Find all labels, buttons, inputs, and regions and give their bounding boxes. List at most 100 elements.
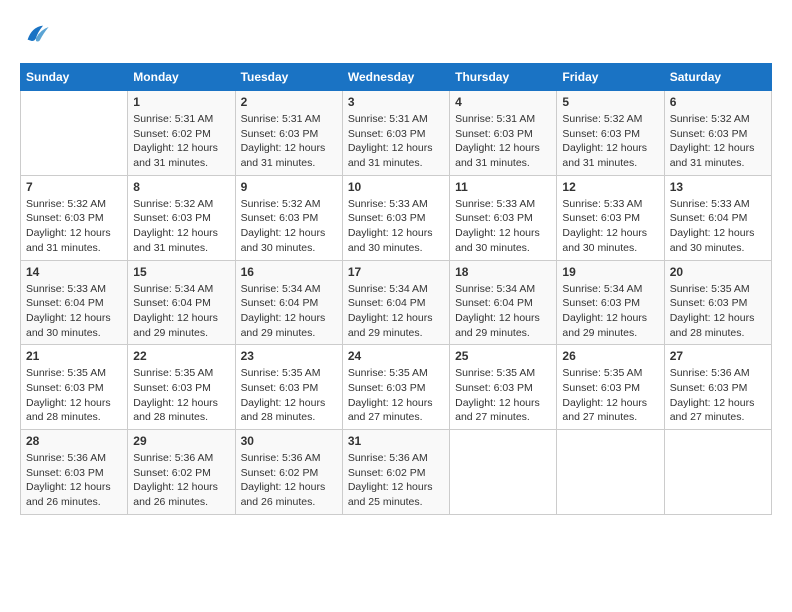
calendar-cell: 29 Sunrise: 5:36 AMSunset: 6:02 PMDayligh… [128, 430, 235, 515]
calendar-cell: 11 Sunrise: 5:33 AMSunset: 6:03 PMDayligh… [450, 175, 557, 260]
calendar-cell: 20Sunrise: 5:35 AMSunset: 6:03 PMDayligh… [664, 260, 771, 345]
calendar-cell: 14 Sunrise: 5:33 AMSunset: 6:04 PMDayligh… [21, 260, 128, 345]
day-number: 27 [670, 349, 766, 363]
day-number: 9 [241, 180, 337, 194]
day-header-tuesday: Tuesday [235, 64, 342, 91]
week-row-5: 28 Sunrise: 5:36 AMSunset: 6:03 PMDayligh… [21, 430, 772, 515]
calendar-cell: 3 Sunrise: 5:31 AMSunset: 6:03 PMDaylight… [342, 91, 449, 176]
day-number: 4 [455, 95, 551, 109]
day-info: Sunrise: 5:33 AMSunset: 6:04 PMDaylight:… [26, 282, 122, 341]
calendar-table: SundayMondayTuesdayWednesdayThursdayFrid… [20, 63, 772, 515]
day-info: Sunrise: 5:35 AMSunset: 6:03 PMDaylight:… [348, 366, 444, 425]
calendar-cell: 27 Sunrise: 5:36 AMSunset: 6:03 PMDayligh… [664, 345, 771, 430]
day-info: Sunrise: 5:33 AMSunset: 6:03 PMDaylight:… [455, 197, 551, 256]
calendar-cell: 31Sunrise: 5:36 AMSunset: 6:02 PMDayligh… [342, 430, 449, 515]
calendar-cell: 12 Sunrise: 5:33 AMSunset: 6:03 PMDayligh… [557, 175, 664, 260]
calendar-cell: 16 Sunrise: 5:34 AMSunset: 6:04 PMDayligh… [235, 260, 342, 345]
day-info: Sunrise: 5:36 AMSunset: 6:03 PMDaylight:… [26, 451, 122, 510]
day-info: Sunrise: 5:34 AMSunset: 6:04 PMDaylight:… [133, 282, 229, 341]
day-info: Sunrise: 5:35 AMSunset: 6:03 PMDaylight:… [670, 282, 766, 341]
day-number: 13 [670, 180, 766, 194]
calendar-cell: 1 Sunrise: 5:31 AMSunset: 6:02 PMDaylight… [128, 91, 235, 176]
day-number: 8 [133, 180, 229, 194]
day-info: Sunrise: 5:35 AMSunset: 6:03 PMDaylight:… [241, 366, 337, 425]
day-number: 15 [133, 265, 229, 279]
day-info: Sunrise: 5:31 AMSunset: 6:03 PMDaylight:… [455, 112, 551, 171]
calendar-cell: 2Sunrise: 5:31 AMSunset: 6:03 PMDaylight… [235, 91, 342, 176]
day-number: 25 [455, 349, 551, 363]
calendar-cell: 6 Sunrise: 5:32 AMSunset: 6:03 PMDaylight… [664, 91, 771, 176]
day-number: 19 [562, 265, 658, 279]
day-number: 12 [562, 180, 658, 194]
day-header-sunday: Sunday [21, 64, 128, 91]
day-number: 28 [26, 434, 122, 448]
day-info: Sunrise: 5:34 AMSunset: 6:03 PMDaylight:… [562, 282, 658, 341]
day-number: 31 [348, 434, 444, 448]
calendar-cell: 22Sunrise: 5:35 AMSunset: 6:03 PMDayligh… [128, 345, 235, 430]
day-header-wednesday: Wednesday [342, 64, 449, 91]
day-info: Sunrise: 5:36 AMSunset: 6:02 PMDaylight:… [133, 451, 229, 510]
calendar-cell: 9Sunrise: 5:32 AMSunset: 6:03 PMDaylight… [235, 175, 342, 260]
day-info: Sunrise: 5:31 AMSunset: 6:03 PMDaylight:… [348, 112, 444, 171]
day-info: Sunrise: 5:33 AMSunset: 6:03 PMDaylight:… [562, 197, 658, 256]
calendar-cell: 4 Sunrise: 5:31 AMSunset: 6:03 PMDaylight… [450, 91, 557, 176]
day-info: Sunrise: 5:36 AMSunset: 6:03 PMDaylight:… [670, 366, 766, 425]
calendar-cell: 18 Sunrise: 5:34 AMSunset: 6:04 PMDayligh… [450, 260, 557, 345]
day-info: Sunrise: 5:32 AMSunset: 6:03 PMDaylight:… [26, 197, 122, 256]
calendar-cell: 25 Sunrise: 5:35 AMSunset: 6:03 PMDayligh… [450, 345, 557, 430]
week-row-4: 21 Sunrise: 5:35 AMSunset: 6:03 PMDayligh… [21, 345, 772, 430]
day-number: 26 [562, 349, 658, 363]
calendar-cell: 7Sunrise: 5:32 AMSunset: 6:03 PMDaylight… [21, 175, 128, 260]
calendar-cell: 30Sunrise: 5:36 AMSunset: 6:02 PMDayligh… [235, 430, 342, 515]
day-info: Sunrise: 5:34 AMSunset: 6:04 PMDaylight:… [241, 282, 337, 341]
page-header [20, 20, 772, 53]
calendar-cell [557, 430, 664, 515]
day-info: Sunrise: 5:32 AMSunset: 6:03 PMDaylight:… [562, 112, 658, 171]
calendar-cell: 5 Sunrise: 5:32 AMSunset: 6:03 PMDaylight… [557, 91, 664, 176]
week-row-3: 14 Sunrise: 5:33 AMSunset: 6:04 PMDayligh… [21, 260, 772, 345]
calendar-cell: 17 Sunrise: 5:34 AMSunset: 6:04 PMDayligh… [342, 260, 449, 345]
day-info: Sunrise: 5:33 AMSunset: 6:04 PMDaylight:… [670, 197, 766, 256]
day-info: Sunrise: 5:34 AMSunset: 6:04 PMDaylight:… [455, 282, 551, 341]
day-number: 3 [348, 95, 444, 109]
calendar-cell: 8 Sunrise: 5:32 AMSunset: 6:03 PMDaylight… [128, 175, 235, 260]
logo [20, 20, 50, 53]
calendar-cell: 15 Sunrise: 5:34 AMSunset: 6:04 PMDayligh… [128, 260, 235, 345]
day-info: Sunrise: 5:32 AMSunset: 6:03 PMDaylight:… [670, 112, 766, 171]
logo-bird-icon [22, 20, 50, 48]
calendar-cell [450, 430, 557, 515]
day-number: 21 [26, 349, 122, 363]
week-row-1: 1 Sunrise: 5:31 AMSunset: 6:02 PMDaylight… [21, 91, 772, 176]
calendar-cell: 23 Sunrise: 5:35 AMSunset: 6:03 PMDayligh… [235, 345, 342, 430]
day-number: 29 [133, 434, 229, 448]
day-number: 22 [133, 349, 229, 363]
day-info: Sunrise: 5:32 AMSunset: 6:03 PMDaylight:… [133, 197, 229, 256]
calendar-cell [664, 430, 771, 515]
day-number: 5 [562, 95, 658, 109]
day-number: 6 [670, 95, 766, 109]
calendar-cell [21, 91, 128, 176]
day-number: 10 [348, 180, 444, 194]
day-number: 23 [241, 349, 337, 363]
calendar-cell: 10Sunrise: 5:33 AMSunset: 6:03 PMDayligh… [342, 175, 449, 260]
day-number: 11 [455, 180, 551, 194]
day-info: Sunrise: 5:35 AMSunset: 6:03 PMDaylight:… [562, 366, 658, 425]
day-number: 18 [455, 265, 551, 279]
day-info: Sunrise: 5:31 AMSunset: 6:02 PMDaylight:… [133, 112, 229, 171]
day-number: 16 [241, 265, 337, 279]
day-info: Sunrise: 5:34 AMSunset: 6:04 PMDaylight:… [348, 282, 444, 341]
day-info: Sunrise: 5:35 AMSunset: 6:03 PMDaylight:… [455, 366, 551, 425]
day-header-friday: Friday [557, 64, 664, 91]
calendar-cell: 24 Sunrise: 5:35 AMSunset: 6:03 PMDayligh… [342, 345, 449, 430]
day-header-saturday: Saturday [664, 64, 771, 91]
day-header-thursday: Thursday [450, 64, 557, 91]
day-number: 14 [26, 265, 122, 279]
calendar-cell: 26 Sunrise: 5:35 AMSunset: 6:03 PMDayligh… [557, 345, 664, 430]
day-number: 17 [348, 265, 444, 279]
calendar-cell: 19 Sunrise: 5:34 AMSunset: 6:03 PMDayligh… [557, 260, 664, 345]
calendar-cell: 28 Sunrise: 5:36 AMSunset: 6:03 PMDayligh… [21, 430, 128, 515]
day-info: Sunrise: 5:35 AMSunset: 6:03 PMDaylight:… [26, 366, 122, 425]
day-header-monday: Monday [128, 64, 235, 91]
day-number: 24 [348, 349, 444, 363]
day-number: 1 [133, 95, 229, 109]
